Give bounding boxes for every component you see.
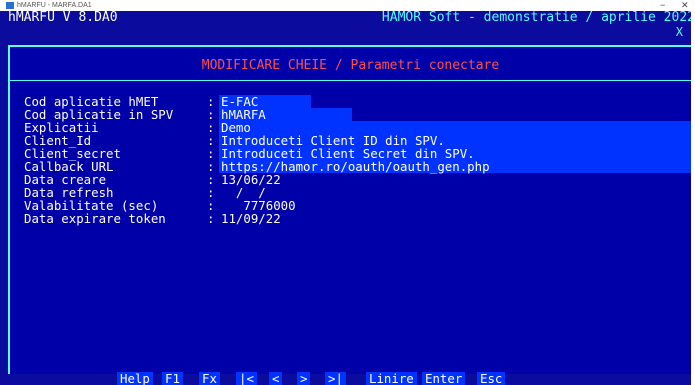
window-titlebar: hMARFU - MARFA.DA1 − ✕ — [0, 0, 695, 11]
minimize-button[interactable]: − — [660, 0, 665, 11]
console-area: hMARFU V 8.DA0 HAMOR Soft - demonstratie… — [0, 11, 691, 385]
last-record-button[interactable]: >| — [325, 372, 346, 385]
f1-key-button[interactable]: F1 — [162, 372, 183, 385]
fx-key-button[interactable]: Fx — [199, 372, 220, 385]
linire-key-button[interactable]: Linire — [366, 372, 417, 385]
esc-key-button[interactable]: Esc — [477, 372, 506, 385]
window-title: hMARFU - MARFA.DA1 — [17, 2, 92, 9]
data-expirare-value: 11/09/22 — [221, 211, 281, 226]
field-label: Data expirare token — [24, 211, 166, 226]
app-version: hMARFU V 8.DA0 — [8, 11, 118, 25]
field-colon: : — [207, 211, 215, 226]
previous-record-button[interactable]: < — [269, 372, 283, 385]
company-banner: HAMOR Soft - demonstratie / aprilie 2022 — [381, 11, 691, 25]
close-window-button[interactable]: ✕ — [681, 0, 689, 11]
form-frame: MODIFICARE CHEIE / Parametri conectare C… — [8, 45, 691, 374]
first-record-button[interactable]: |< — [236, 372, 257, 385]
close-form-icon[interactable]: X — [676, 26, 683, 38]
callback-url-input[interactable]: https://hamor.ro/oauth/oauth_gen.php — [219, 160, 691, 173]
title-separator — [10, 80, 691, 81]
form-title: MODIFICARE CHEIE / Parametri conectare — [201, 58, 500, 73]
app-icon — [6, 2, 14, 9]
next-record-button[interactable]: > — [297, 372, 311, 385]
help-key-button[interactable]: Help — [117, 372, 153, 385]
enter-key-button[interactable]: Enter — [422, 372, 466, 385]
